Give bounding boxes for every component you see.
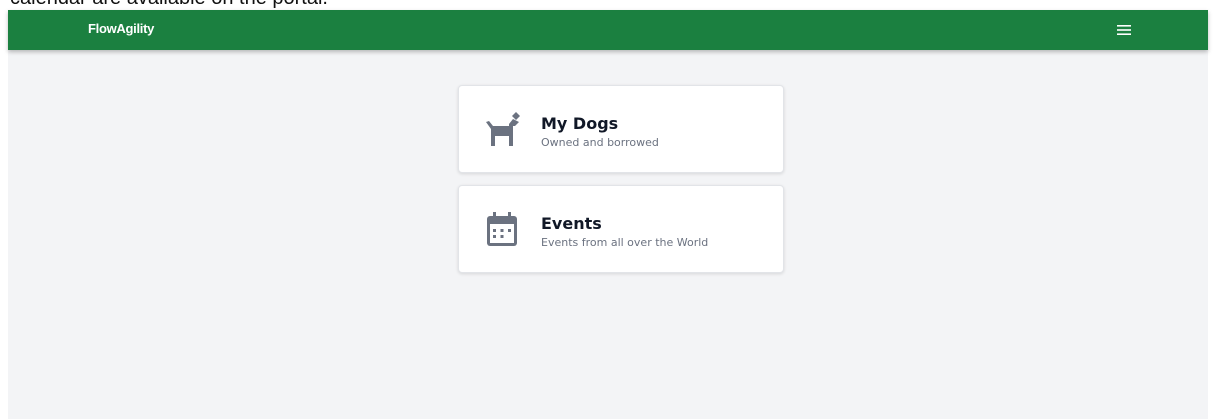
my-dogs-card[interactable]: My Dogs Owned and borrowed xyxy=(458,85,784,173)
calendar-icon-wrapper xyxy=(483,210,521,248)
page-caption: calendar are available on the portal. xyxy=(10,0,328,10)
menu-button[interactable] xyxy=(1114,20,1134,40)
card-subtitle: Events from all over the World xyxy=(541,236,709,249)
hamburger-menu-icon xyxy=(1117,25,1131,35)
card-subtitle: Owned and borrowed xyxy=(541,136,659,149)
screenshot-page: calendar are available on the portal. Fl… xyxy=(0,0,1216,419)
brand-logo[interactable]: FlowAgility xyxy=(88,21,154,36)
card-title: My Dogs xyxy=(541,114,619,133)
events-card[interactable]: Events Events from all over the World xyxy=(458,185,784,273)
app-window: FlowAgility My Dogs Owned and borrowed E… xyxy=(8,10,1208,419)
dog-icon-wrapper xyxy=(483,110,521,148)
card-title: Events xyxy=(541,214,602,233)
calendar-icon xyxy=(487,212,517,246)
top-navbar: FlowAgility xyxy=(8,10,1208,50)
dog-icon xyxy=(486,112,520,146)
